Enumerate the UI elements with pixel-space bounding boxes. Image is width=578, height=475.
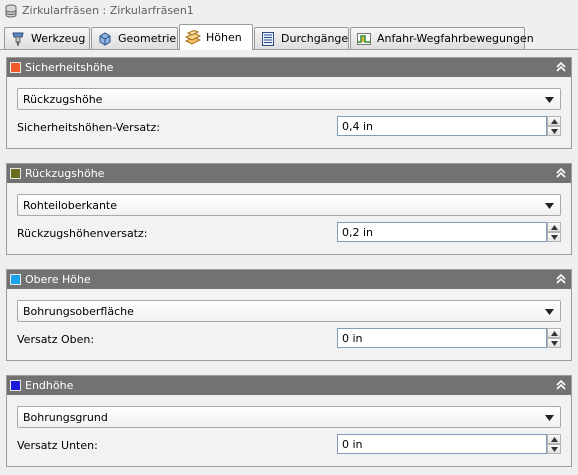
tool-holder-icon <box>12 32 24 46</box>
spinner <box>547 222 561 242</box>
obere-hoehe-dropdown[interactable]: Bohrungsoberfläche <box>17 300 561 322</box>
tab-label: Höhen <box>206 31 242 44</box>
chevron-down-icon <box>545 415 554 421</box>
arrow-down-icon <box>551 341 558 346</box>
spin-up-button[interactable] <box>547 328 561 338</box>
color-swatch-icon <box>10 168 21 179</box>
window-title: Zirkularfräsen : Zirkularfräsen1 <box>22 4 194 17</box>
panel-header[interactable]: Endhöhe <box>7 376 571 395</box>
panel-title: Endhöhe <box>25 379 74 392</box>
input-value: 0,4 in <box>342 120 374 133</box>
passes-document-icon <box>262 31 274 46</box>
panel-header[interactable]: Sicherheitshöhe <box>7 58 571 77</box>
tab-werkzeug[interactable]: Werkzeug <box>4 27 90 49</box>
dropdown-value: Bohrungsoberfläche <box>23 305 134 318</box>
input-value: 0 in <box>342 438 363 451</box>
collapse-chevrons-icon[interactable] <box>555 379 567 391</box>
spinner <box>547 116 561 136</box>
stacked-planes-icon <box>185 29 201 45</box>
dropdown-value: Bohrungsgrund <box>23 411 108 424</box>
panel-title: Obere Höhe <box>25 273 91 286</box>
rueckzugshoehe-dropdown[interactable]: Rohteiloberkante <box>17 194 561 216</box>
versatz-oben-input[interactable]: 0 in <box>337 328 547 348</box>
field-label: Sicherheitshöhen-Versatz: <box>17 121 160 134</box>
linking-moves-icon <box>357 32 371 45</box>
collapse-chevrons-icon[interactable] <box>555 273 567 285</box>
arrow-down-icon <box>551 129 558 134</box>
versatz-unten-input[interactable]: 0 in <box>337 434 547 454</box>
spin-down-button[interactable] <box>547 232 561 242</box>
collapse-chevrons-icon[interactable] <box>555 61 567 73</box>
arrow-up-icon <box>551 437 558 442</box>
chevron-down-icon <box>545 203 554 209</box>
panel-endhoehe: Endhöhe Bohrungsgrund Versatz Unten: 0 i… <box>6 375 572 467</box>
sicherheitshoehe-dropdown[interactable]: Rückzugshöhe <box>17 88 561 110</box>
arrow-up-icon <box>551 225 558 230</box>
spin-up-button[interactable] <box>547 116 561 126</box>
collapse-chevrons-icon[interactable] <box>555 167 567 179</box>
tab-durchgaenge[interactable]: Durchgänge <box>254 27 349 49</box>
field-label: Versatz Unten: <box>17 439 98 452</box>
spinner <box>547 328 561 348</box>
color-swatch-icon <box>10 380 21 391</box>
input-value: 0 in <box>342 332 363 345</box>
panel-header[interactable]: Rückzugshöhe <box>7 164 571 183</box>
tab-bar-divider <box>0 49 578 50</box>
tab-anfahr-wegfahrbewegungen[interactable]: Anfahr-Wegfahrbewegungen <box>350 27 534 49</box>
spinner <box>547 434 561 454</box>
input-value: 0,2 in <box>342 226 374 239</box>
database-stack-icon <box>5 4 17 18</box>
panel-title: Rückzugshöhe <box>25 167 105 180</box>
field-label: Rückzugshöhenversatz: <box>17 227 148 240</box>
spin-up-button[interactable] <box>547 222 561 232</box>
sicherheitshoehen-versatz-input[interactable]: 0,4 in <box>337 116 547 136</box>
rueckzugshoehenversatz-input[interactable]: 0,2 in <box>337 222 547 242</box>
spin-up-button[interactable] <box>547 434 561 444</box>
chevron-down-icon <box>545 97 554 103</box>
tab-label: Anfahr-Wegfahrbewegungen <box>377 32 534 45</box>
arrow-down-icon <box>551 235 558 240</box>
panel-rueckzugshoehe: Rückzugshöhe Rohteiloberkante Rückzugshö… <box>6 163 572 255</box>
panel-obere-hoehe: Obere Höhe Bohrungsoberfläche Versatz Ob… <box>6 269 572 361</box>
endhoehe-dropdown[interactable]: Bohrungsgrund <box>17 406 561 428</box>
tab-label: Werkzeug <box>31 32 86 45</box>
spin-down-button[interactable] <box>547 444 561 454</box>
arrow-down-icon <box>551 447 558 452</box>
color-swatch-icon <box>10 62 21 73</box>
panel-sicherheitshoehe: Sicherheitshöhe Rückzugshöhe Sicherheits… <box>6 57 572 149</box>
panel-title: Sicherheitshöhe <box>25 61 114 74</box>
field-label: Versatz Oben: <box>17 333 95 346</box>
tab-label: Durchgänge <box>281 32 349 45</box>
cube-geometry-icon <box>99 31 111 46</box>
panel-header[interactable]: Obere Höhe <box>7 270 571 289</box>
tab-geometrie[interactable]: Geometrie <box>91 27 178 49</box>
color-swatch-icon <box>10 274 21 285</box>
arrow-up-icon <box>551 119 558 124</box>
chevron-down-icon <box>545 309 554 315</box>
spin-down-button[interactable] <box>547 338 561 348</box>
tab-label: Geometrie <box>118 32 177 45</box>
title-bar: Zirkularfräsen : Zirkularfräsen1 <box>0 0 578 22</box>
spin-down-button[interactable] <box>547 126 561 136</box>
dropdown-value: Rohteiloberkante <box>23 199 118 212</box>
arrow-up-icon <box>551 331 558 336</box>
tab-hoehen[interactable]: Höhen <box>179 24 253 50</box>
dropdown-value: Rückzugshöhe <box>23 93 103 106</box>
